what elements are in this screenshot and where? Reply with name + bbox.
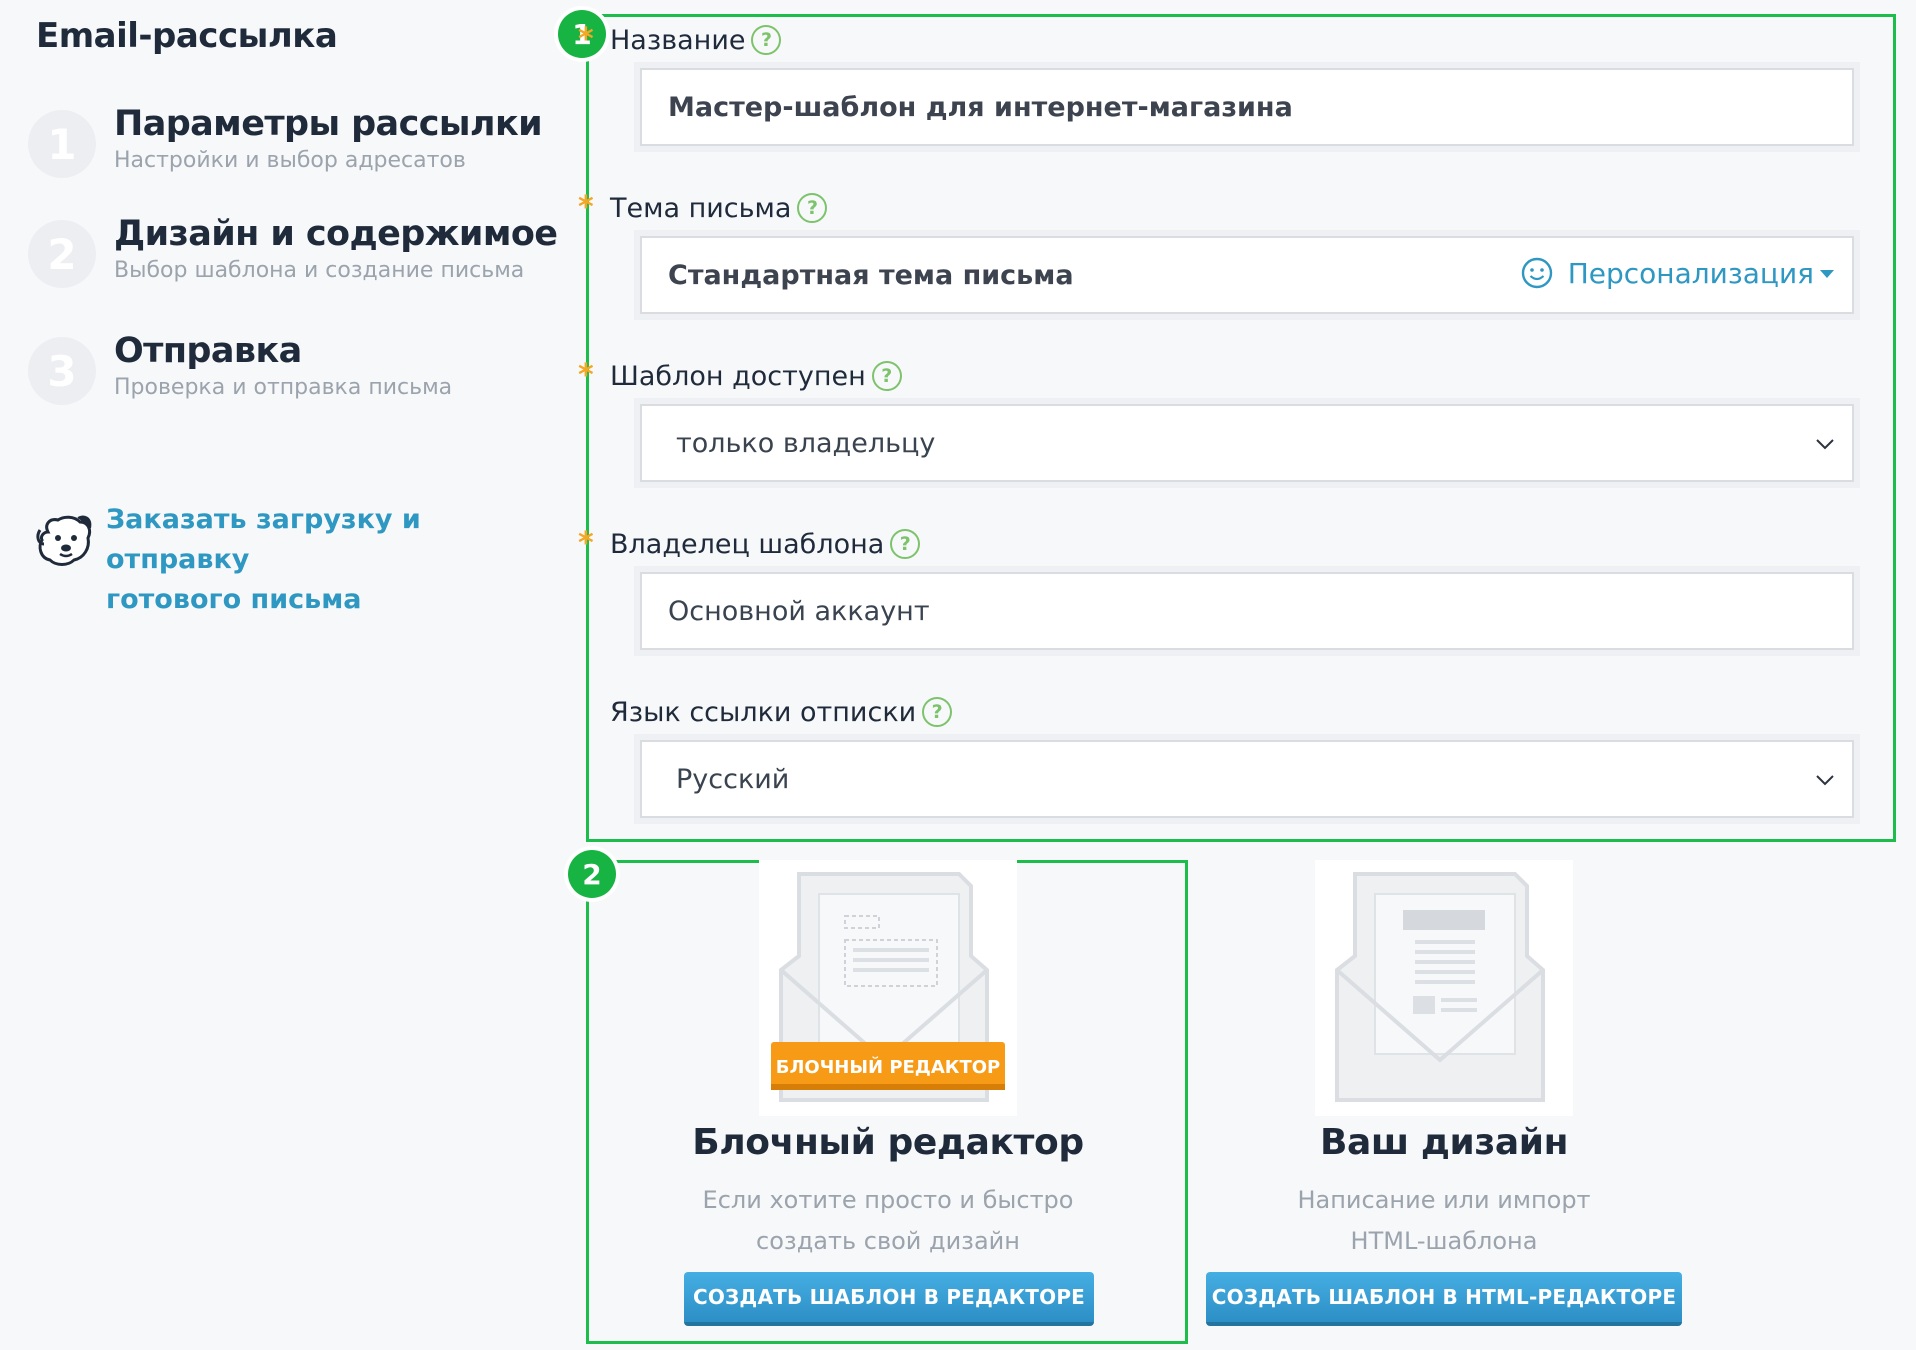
html-editor-desc-line1: Написание или импорт — [1297, 1186, 1591, 1214]
required-mark: * — [578, 358, 594, 393]
caret-down-icon — [1820, 270, 1834, 278]
step-title: Параметры рассылки — [114, 104, 543, 144]
owner-label: Владелец шаблона — [610, 528, 885, 560]
access-label: Шаблон доступен — [610, 360, 866, 392]
name-input[interactable]: Мастер-шаблон для интернет-магазина — [640, 68, 1854, 146]
required-mark: * — [578, 526, 594, 561]
subject-label: Тема письма — [610, 192, 792, 224]
block-editor-desc-line2: создать свой дизайн — [756, 1227, 1020, 1255]
name-input-value: Мастер-шаблон для интернет-магазина — [668, 91, 1293, 123]
envelope-html-editor-icon — [1315, 860, 1573, 1116]
unsubscribe-language-value: Русский — [676, 763, 790, 795]
step-number: 1 — [28, 110, 96, 178]
required-mark: * — [578, 190, 594, 225]
html-editor-description: Написание или импорт HTML-шаблона — [1244, 1180, 1644, 1262]
dog-mascot-icon — [36, 515, 92, 566]
help-icon[interactable]: ? — [797, 193, 828, 223]
create-in-editor-button[interactable]: СОЗДАТЬ ШАБЛОН В РЕДАКТОРЕ — [684, 1272, 1094, 1326]
block-editor-title: Блочный редактор — [692, 1122, 1084, 1163]
annotation-badge-2: 2 — [568, 850, 616, 898]
chevron-down-icon — [1816, 439, 1834, 450]
access-select[interactable]: только владельцу — [640, 404, 1854, 482]
block-editor-desc-line1: Если хотите просто и быстро — [702, 1186, 1074, 1214]
help-icon[interactable]: ? — [890, 529, 921, 559]
subject-input[interactable]: Стандартная тема письма Персонализация — [640, 236, 1854, 314]
html-editor-desc-line2: HTML-шаблона — [1350, 1227, 1538, 1255]
chevron-down-icon — [1816, 775, 1834, 786]
order-link-line1: Заказать загрузку и отправку — [106, 504, 421, 575]
subject-input-value: Стандартная тема письма — [668, 259, 1074, 291]
step-subtitle: Выбор шаблона и создание письма — [114, 258, 525, 283]
help-icon[interactable]: ? — [922, 697, 953, 727]
html-editor-title: Ваш дизайн — [1319, 1122, 1569, 1163]
block-editor-description: Если хотите просто и быстро создать свой… — [688, 1180, 1088, 1262]
envelope-block-editor-icon: БЛОЧНЫЙ РЕДАКТОР — [759, 860, 1017, 1116]
step-number: 3 — [28, 337, 96, 405]
unsubscribe-language-select[interactable]: Русский — [640, 740, 1854, 818]
owner-input[interactable]: Основной аккаунт — [640, 572, 1854, 650]
smile-icon — [1521, 257, 1552, 289]
unsubscribe-language-label: Язык ссылки отписки — [610, 696, 917, 728]
step-subtitle: Настройки и выбор адресатов — [114, 148, 466, 173]
access-select-value: только владельцу — [676, 427, 936, 459]
step-title: Дизайн и содержимое — [114, 214, 558, 254]
help-icon[interactable]: ? — [751, 25, 782, 55]
required-mark: * — [578, 22, 594, 57]
order-link-line2: готового письма — [106, 584, 362, 615]
name-label: Название — [610, 24, 746, 56]
personalization-label: Персонализация — [1567, 256, 1814, 290]
step-number: 2 — [28, 220, 96, 288]
help-icon[interactable]: ? — [871, 361, 902, 391]
create-in-html-editor-button[interactable]: СОЗДАТЬ ШАБЛОН В HTML-РЕДАКТОРЕ — [1206, 1272, 1682, 1326]
block-editor-badge: БЛОЧНЫЙ РЕДАКТОР — [776, 1056, 1001, 1078]
owner-input-value: Основной аккаунт — [668, 595, 930, 627]
step-subtitle: Проверка и отправка письма — [114, 375, 453, 400]
page-title: Email-рассылка — [36, 16, 338, 56]
step-title: Отправка — [114, 331, 302, 371]
personalization-dropdown[interactable]: Персонализация — [1520, 256, 1834, 290]
